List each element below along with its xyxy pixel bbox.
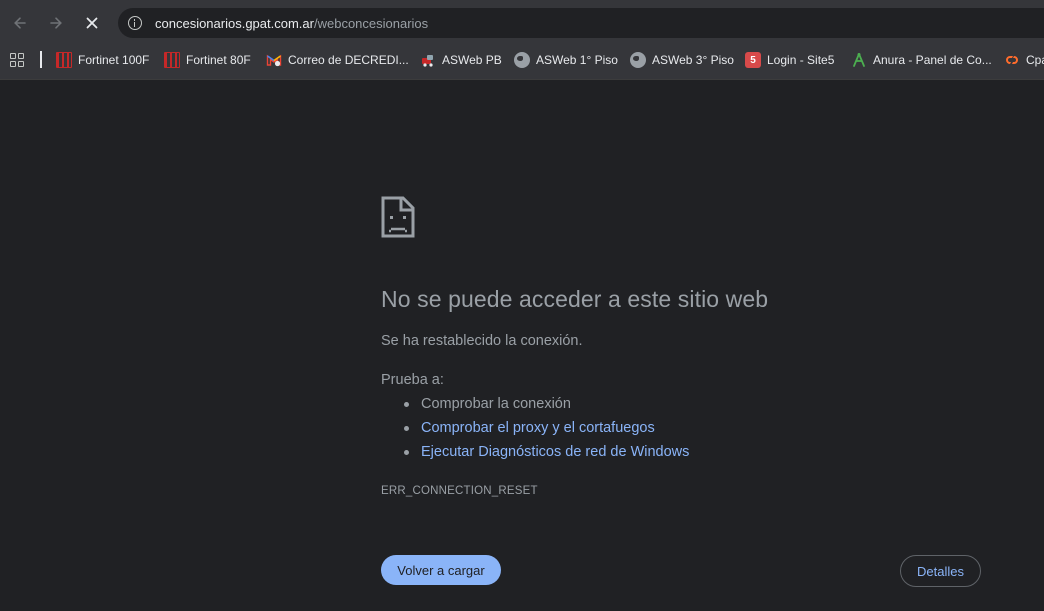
bookmark-asweb-3-piso[interactable]: ASWeb 3° Piso — [630, 51, 734, 69]
bookmark-label: ASWeb PB — [442, 53, 502, 67]
bookmark-label: Login - Site5 — [767, 53, 835, 67]
browser-toolbar: concesionarios.gpat.com.ar/webconcesiona… — [0, 6, 1044, 40]
url-path: /webconcesionarios — [313, 16, 429, 31]
globe-icon — [514, 52, 530, 68]
fortinet-icon — [56, 52, 72, 68]
bookmark-label: Cpa — [1026, 53, 1044, 67]
bookmarks-bar: Fortinet 100F Fortinet 80F Correo de DEC… — [0, 40, 1044, 80]
error-page: No se puede acceder a este sitio web Se … — [0, 81, 1044, 611]
site5-icon: 5 — [745, 52, 761, 68]
globe-icon — [630, 52, 646, 68]
reload-button[interactable]: Volver a cargar — [381, 555, 501, 585]
cpanel-icon — [1004, 52, 1020, 68]
url-host: concesionarios.gpat.com.ar — [155, 16, 314, 31]
suggestion-check-connection: Comprobar la conexión — [404, 396, 689, 420]
forward-button[interactable] — [42, 12, 70, 34]
bookmark-anura-panel[interactable]: Anura - Panel de Co... — [851, 51, 992, 69]
gmail-icon — [266, 52, 282, 68]
fortinet-icon — [164, 52, 180, 68]
details-button[interactable]: Detalles — [900, 555, 981, 587]
arrow-right-icon — [50, 17, 62, 29]
error-code: ERR_CONNECTION_RESET — [381, 485, 538, 497]
suggestion-check-proxy-link[interactable]: Comprobar el proxy y el cortafuegos — [404, 420, 689, 444]
bookmark-asweb-1-piso[interactable]: ASWeb 1° Piso — [514, 51, 618, 69]
bookmark-label: ASWeb 1° Piso — [536, 53, 618, 67]
suggestions-label: Prueba a: — [381, 372, 444, 388]
url-text[interactable]: concesionarios.gpat.com.ar/webconcesiona… — [155, 16, 428, 31]
bookmarks-separator — [40, 51, 42, 68]
bookmark-asweb-pb[interactable]: ASWeb PB — [420, 51, 502, 69]
suggestion-run-diagnostics-link[interactable]: Ejecutar Diagnósticos de red de Windows — [404, 444, 689, 468]
anura-icon — [851, 52, 867, 68]
bookmark-fortinet-80f[interactable]: Fortinet 80F — [164, 51, 251, 69]
suggestions-list: Comprobar la conexión Comprobar el proxy… — [404, 396, 689, 468]
address-bar[interactable]: concesionarios.gpat.com.ar/webconcesiona… — [118, 8, 1044, 38]
bookmark-fortinet-100f[interactable]: Fortinet 100F — [56, 51, 149, 69]
info-icon[interactable] — [128, 16, 142, 30]
bookmark-label: Correo de DECREDI... — [288, 53, 409, 67]
bookmark-correo-decredi[interactable]: Correo de DECREDI... — [266, 51, 409, 69]
close-icon — [86, 17, 98, 29]
bookmark-label: Fortinet 80F — [186, 53, 251, 67]
apps-grid-icon[interactable] — [10, 53, 25, 68]
bookmark-label: ASWeb 3° Piso — [652, 53, 734, 67]
arrow-left-icon — [14, 17, 26, 29]
sad-document-icon — [381, 196, 415, 238]
bookmark-login-site5[interactable]: 5 Login - Site5 — [745, 51, 834, 69]
error-description: Se ha restablecido la conexión. — [381, 333, 583, 349]
back-button[interactable] — [6, 12, 34, 34]
page-title: No se puede acceder a este sitio web — [381, 286, 769, 312]
bookmark-label: Anura - Panel de Co... — [873, 53, 992, 67]
bookmark-label: Fortinet 100F — [78, 53, 150, 67]
asweb-icon — [420, 52, 436, 68]
stop-loading-button[interactable] — [78, 12, 106, 34]
bookmark-cpanel[interactable]: Cpa — [1004, 51, 1044, 69]
